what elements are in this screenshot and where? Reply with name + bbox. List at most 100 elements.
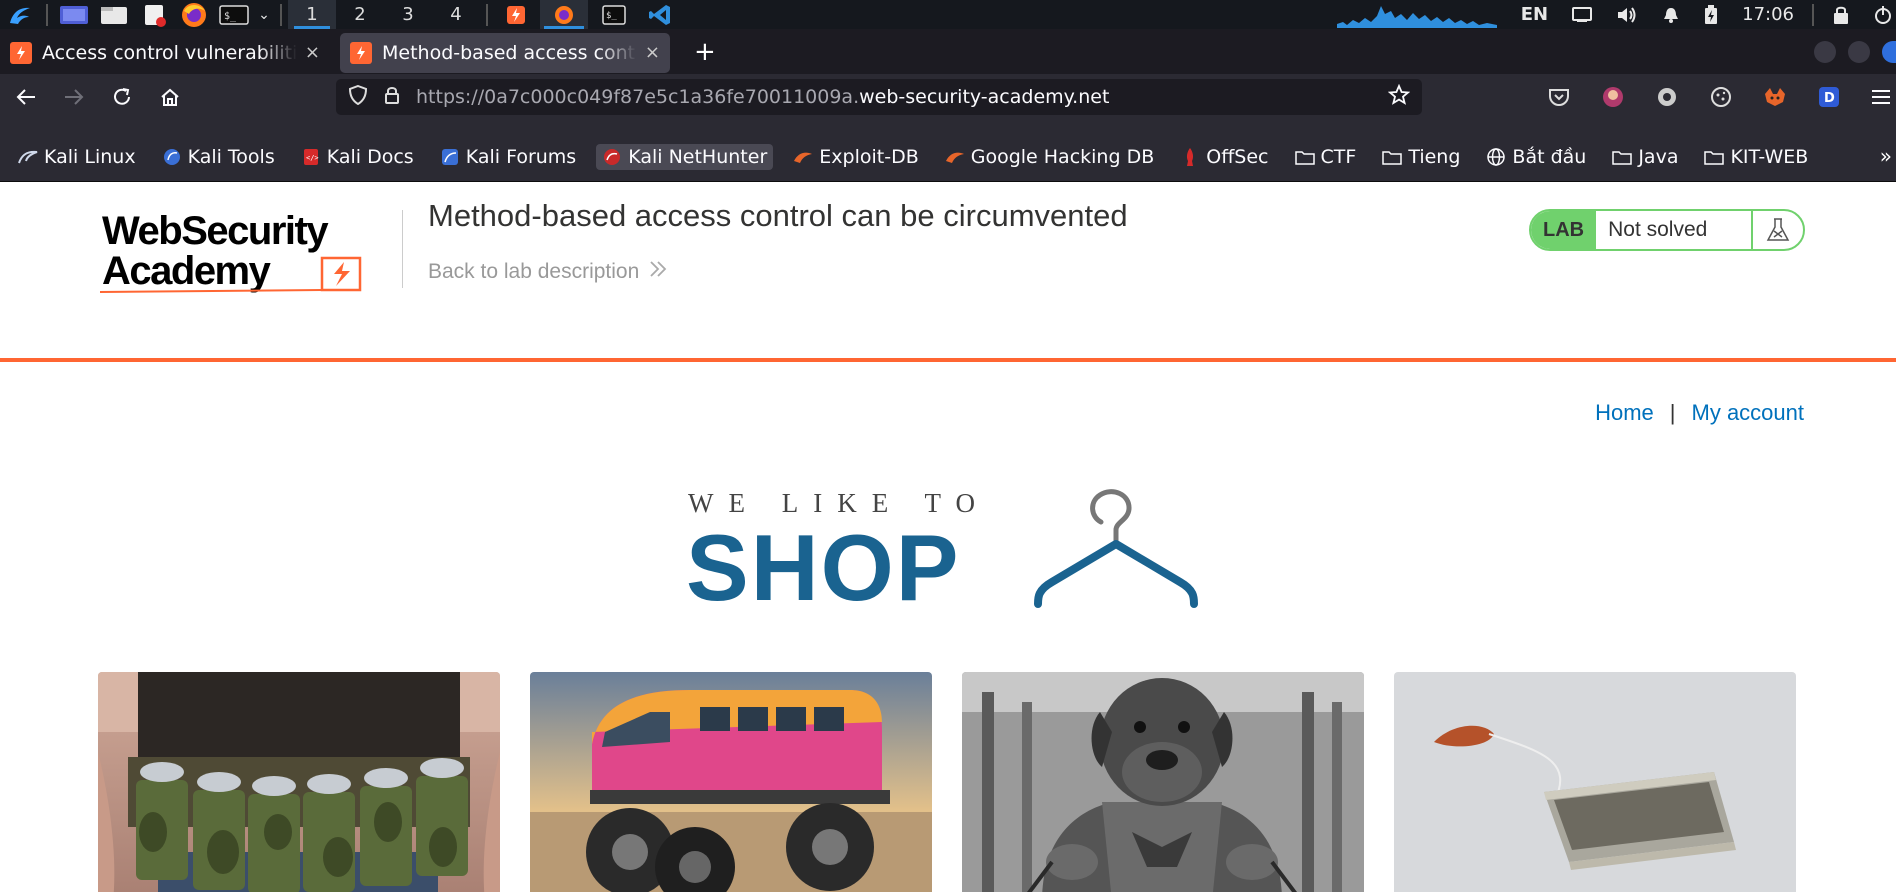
bookmark-bat-dau[interactable]: Bắt đầu xyxy=(1480,144,1592,170)
url-bar[interactable]: https://0a7c000c049f87e5c1a36fe70011009a… xyxy=(336,79,1422,115)
url-host: web-security-academy.net xyxy=(859,86,1110,108)
burp-favicon-icon xyxy=(10,41,32,64)
bookmark-kali-forums[interactable]: Kali Forums xyxy=(434,144,583,170)
bookmark-java[interactable]: Java xyxy=(1606,144,1684,170)
flask-icon[interactable] xyxy=(1751,211,1803,249)
lock-secure-icon[interactable] xyxy=(382,86,402,109)
workspace-3[interactable]: 3 xyxy=(384,0,432,29)
browser-navbar: https://0a7c000c049f87e5c1a36fe70011009a… xyxy=(0,74,1896,120)
bookmark-google-hacking-db[interactable]: Google Hacking DB xyxy=(939,144,1161,170)
bookmark-label: OffSec xyxy=(1206,146,1269,168)
ghdb-icon xyxy=(945,148,965,166)
tab-method-based[interactable]: Method-based access control can be circu… xyxy=(340,32,670,73)
bookmark-label: Tieng xyxy=(1408,146,1461,168)
volume-icon[interactable] xyxy=(1616,6,1638,24)
terminal-dropdown-icon[interactable]: ⌄ xyxy=(254,0,274,29)
bookmark-kali-nethunter[interactable]: Kali NetHunter xyxy=(596,144,774,170)
vscode-icon[interactable] xyxy=(640,4,680,26)
back-button[interactable] xyxy=(4,79,48,115)
forward-button[interactable] xyxy=(52,79,96,115)
kali-docs-icon: </> xyxy=(301,148,321,166)
system-tray: EN 17:06 xyxy=(1325,0,1896,29)
home-button[interactable] xyxy=(148,79,192,115)
burp-icon[interactable] xyxy=(496,4,536,26)
bookmark-kit-web[interactable]: KIT-WEB xyxy=(1698,144,1814,170)
kali-menu-icon[interactable] xyxy=(5,4,35,26)
home-link[interactable]: Home xyxy=(1595,400,1654,426)
terminal-icon[interactable]: $_ xyxy=(219,4,249,26)
bookmark-label: Kali Linux xyxy=(44,146,136,168)
workspace-4[interactable]: 4 xyxy=(432,0,480,29)
close-window-button[interactable] xyxy=(1882,40,1896,63)
maximize-button[interactable] xyxy=(1848,40,1870,63)
power-icon[interactable] xyxy=(1874,5,1892,25)
bookmark-star-icon[interactable] xyxy=(1387,83,1411,111)
bookmark-ctf[interactable]: CTF xyxy=(1289,144,1363,170)
web-security-academy-logo[interactable]: WebSecurity Academy xyxy=(100,206,400,294)
extension-d-icon[interactable]: D xyxy=(1816,84,1842,110)
foxyproxy-icon[interactable] xyxy=(1762,84,1788,110)
text-editor-icon[interactable] xyxy=(139,4,169,27)
beer-belt-product-image[interactable] xyxy=(98,672,500,892)
monster-van-product-image[interactable] xyxy=(530,672,932,892)
hamburger-menu-icon[interactable] xyxy=(1868,84,1894,110)
url-text[interactable]: https://0a7c000c049f87e5c1a36fe70011009a… xyxy=(416,86,1109,108)
tea-bag-product-image[interactable] xyxy=(1394,672,1796,892)
bookmark-exploit-db[interactable]: Exploit-DB xyxy=(787,144,924,170)
lock-icon[interactable] xyxy=(1832,5,1850,25)
bookmark-label: Google Hacking DB xyxy=(970,146,1155,168)
terminal-app-icon[interactable]: $_ xyxy=(592,4,636,26)
workspace-2[interactable]: 2 xyxy=(336,0,384,29)
tab-access-control[interactable]: Access control vulnerabilities × xyxy=(0,33,330,73)
banner-word: SHOP xyxy=(686,515,960,612)
bookmark-label: Bắt đầu xyxy=(1512,146,1587,168)
cookie-icon[interactable] xyxy=(1708,84,1734,110)
desktop-icon[interactable] xyxy=(59,4,89,26)
files-icon[interactable] xyxy=(99,4,129,26)
bookmark-tieng[interactable]: Tieng xyxy=(1376,144,1466,170)
hanger-icon xyxy=(1034,489,1198,608)
taskbar-separator xyxy=(280,3,282,26)
svg-text:D: D xyxy=(1824,91,1835,106)
close-tab-icon[interactable]: × xyxy=(305,42,320,63)
new-tab-button[interactable]: + xyxy=(694,37,716,67)
notification-bell-icon[interactable] xyxy=(1662,6,1680,24)
extension-gear-icon[interactable] xyxy=(1654,84,1680,110)
bookmark-kali-linux[interactable]: Kali Linux xyxy=(12,144,142,170)
academy-lab-header: WebSecurity Academy Method-based access … xyxy=(0,182,1896,362)
firefox-active-icon[interactable] xyxy=(540,0,588,29)
svg-text:</>: </> xyxy=(306,154,319,162)
extension-avatar-icon[interactable] xyxy=(1600,84,1626,110)
more-bookmarks-chevron-icon[interactable]: » xyxy=(1880,144,1892,168)
minimize-button[interactable] xyxy=(1814,40,1836,63)
nav-separator: | xyxy=(1669,400,1676,425)
dog-gym-product-image[interactable] xyxy=(962,672,1364,892)
display-icon[interactable] xyxy=(1572,6,1593,23)
product-grid xyxy=(98,672,1798,892)
my-account-link[interactable]: My account xyxy=(1692,400,1805,426)
tab-title: Method-based access control can be circu… xyxy=(382,41,637,64)
lab-status-widget: LAB Not solved xyxy=(1529,209,1805,251)
firefox-icon[interactable] xyxy=(179,2,209,27)
bookmark-label: Kali NetHunter xyxy=(628,146,768,168)
bookmark-kali-docs[interactable]: </> Kali Docs xyxy=(295,144,420,170)
reload-button[interactable] xyxy=(100,79,144,115)
back-to-lab-description-link[interactable]: Back to lab description xyxy=(428,260,669,284)
pocket-icon[interactable] xyxy=(1546,84,1572,110)
bookmark-offsec[interactable]: OffSec xyxy=(1174,144,1274,170)
kali-forums-icon xyxy=(440,148,460,166)
bookmark-kali-tools[interactable]: Kali Tools xyxy=(156,144,281,170)
keyboard-language[interactable]: EN xyxy=(1521,4,1548,25)
close-tab-icon[interactable]: × xyxy=(645,42,660,63)
battery-icon[interactable] xyxy=(1704,4,1718,25)
lab-badge: LAB xyxy=(1531,211,1597,249)
workspace-1[interactable]: 1 xyxy=(288,0,336,29)
tracking-protection-shield-icon[interactable] xyxy=(348,84,368,110)
bookmark-label: Kali Tools xyxy=(187,146,275,168)
bookmark-label: Java xyxy=(1638,146,1679,168)
svg-text:$_: $_ xyxy=(606,11,617,21)
bookmark-label: KIT-WEB xyxy=(1730,146,1809,168)
url-prefix: https://0a7c000c049f87e5c1a36fe70011009a… xyxy=(416,86,860,108)
folder-icon xyxy=(1382,148,1403,166)
bookmark-label: Kali Forums xyxy=(465,146,577,168)
